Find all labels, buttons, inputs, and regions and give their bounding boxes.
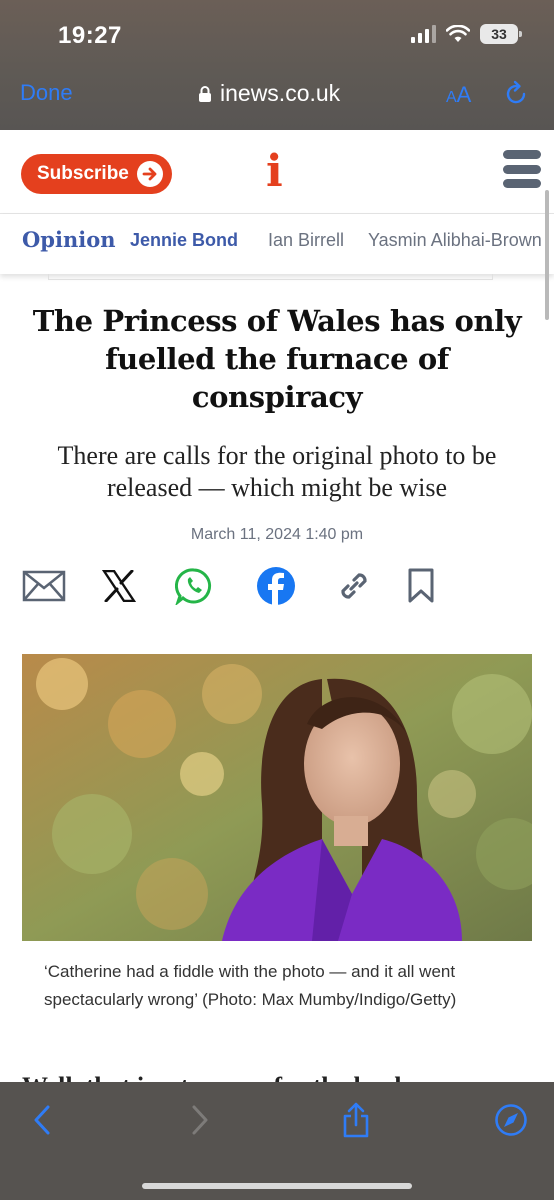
subscribe-button[interactable]: Subscribe: [21, 154, 172, 194]
lock-icon: [199, 85, 211, 102]
scrollbar[interactable]: [545, 190, 549, 320]
forward-icon[interactable]: [180, 1100, 220, 1140]
share-bar: [0, 562, 554, 610]
back-icon[interactable]: [22, 1100, 62, 1140]
status-indicators: 33: [411, 24, 522, 44]
cellular-signal-icon: [411, 25, 436, 43]
hamburger-menu-icon[interactable]: [503, 150, 541, 188]
photo-caption: ‘Catherine had a fiddle with the photo —…: [44, 962, 457, 1009]
reader-a-small: A: [446, 89, 457, 106]
arrow-right-icon: [136, 161, 163, 187]
battery-icon: 33: [480, 24, 522, 44]
x-icon[interactable]: [96, 566, 142, 606]
home-indicator[interactable]: [142, 1183, 412, 1189]
whatsapp-icon[interactable]: [171, 566, 217, 606]
url-text: inews.co.uk: [220, 80, 341, 106]
nav-item-yasmin-alibhai-brown[interactable]: Yasmin Alibhai-Brown: [368, 230, 542, 251]
compass-icon[interactable]: [491, 1100, 531, 1140]
subscribe-label: Subscribe: [37, 163, 129, 184]
reader-a-large: A: [456, 82, 472, 107]
nav-section-opinion[interactable]: Opinion: [22, 227, 115, 252]
address-bar[interactable]: inews.co.uk: [198, 80, 340, 107]
reader-settings-button[interactable]: AA: [446, 82, 471, 108]
site-header: Subscribe i: [0, 130, 554, 214]
status-time: 19:27: [58, 22, 122, 49]
battery-level: 33: [491, 26, 507, 42]
link-icon[interactable]: [331, 566, 377, 606]
share-icon[interactable]: [336, 1100, 376, 1140]
done-button[interactable]: Done: [20, 80, 73, 106]
facebook-icon[interactable]: [253, 566, 299, 606]
browser-top-bar: 19:27 33 Done inews.co.uk AA: [0, 0, 554, 130]
site-logo[interactable]: i: [266, 146, 283, 197]
section-nav: Opinion Jennie Bond Ian Birrell Yasmin A…: [0, 214, 554, 274]
bookmark-icon[interactable]: [398, 566, 444, 606]
article-photo[interactable]: [22, 654, 532, 941]
wifi-icon: [446, 25, 470, 42]
email-icon[interactable]: [21, 566, 67, 606]
article-subheadline: There are calls for the original photo t…: [57, 441, 497, 502]
nav-item-jennie-bond[interactable]: Jennie Bond: [130, 230, 238, 251]
article-date: March 11, 2024 1:40 pm: [190, 526, 364, 543]
reload-icon[interactable]: [502, 80, 530, 108]
ad-placeholder: [48, 274, 493, 280]
nav-item-ian-birrell[interactable]: Ian Birrell: [268, 230, 344, 251]
article-headline: The Princess of Wales has only fuelled t…: [32, 304, 522, 414]
